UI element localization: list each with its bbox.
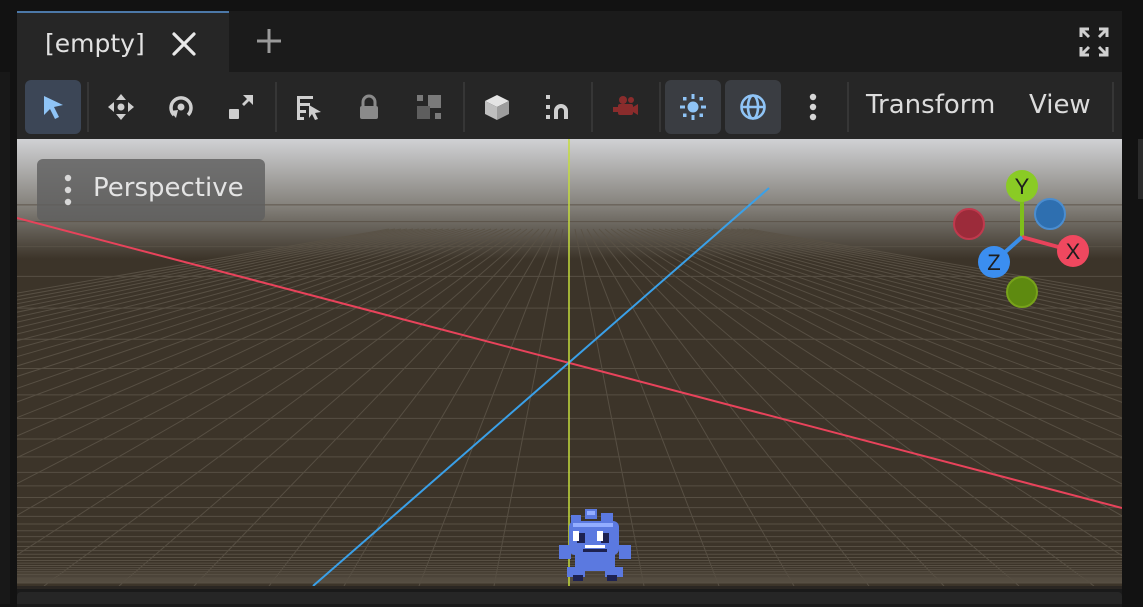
rotate-icon [169,96,193,118]
scene-tab-bar: [empty] [17,11,1122,72]
perspective-menu-button[interactable]: Perspective [37,159,265,221]
more-vertical-icon [809,93,817,121]
scene-tab-empty[interactable]: [empty] [17,11,229,72]
toolbar-separator [275,82,277,132]
lock-button[interactable] [341,80,397,134]
move-icon [108,94,134,120]
select-mode-button[interactable] [25,80,81,134]
close-icon[interactable] [171,31,197,57]
plus-icon[interactable] [255,27,283,55]
toolbar-separator [847,82,849,132]
scene-tab-label: [empty] [45,29,145,58]
bottom-panel [17,592,1122,604]
group-icon [417,95,441,119]
fullscreen-icon[interactable] [1079,27,1109,57]
neg-y-handle[interactable] [1006,276,1038,308]
view-orientation-gizmo[interactable]: Y X Z [945,164,1095,314]
gizmo-x-label: X [1066,239,1081,264]
snap-icon [546,95,568,119]
camera-icon [613,96,638,115]
list-select-icon [297,96,321,120]
more-vertical-icon [64,174,72,206]
more-options-button[interactable] [785,80,841,134]
toolbar-separator [659,82,661,132]
toolbar-separator [1112,82,1114,132]
snap-button[interactable] [529,80,585,134]
rotate-mode-button[interactable] [153,80,209,134]
group-button[interactable] [401,80,457,134]
cube-icon [485,95,509,120]
move-mode-button[interactable] [93,80,149,134]
list-select-button[interactable] [281,80,337,134]
neg-z-handle[interactable] [1034,198,1066,230]
select-pointer-icon [44,96,63,119]
cube-button[interactable] [469,80,525,134]
camera-preview-button[interactable] [597,80,653,134]
gizmo-z-label: Z [987,250,1000,275]
sun-icon [680,94,706,120]
viewport-toolbar: Transform View [17,72,1122,139]
3d-viewport[interactable]: Perspective Y X Z [17,139,1122,586]
left-dock-edge [0,72,10,604]
environment-preview-button[interactable] [725,80,781,134]
lock-icon [360,94,378,119]
gizmo-y-label: Y [1015,174,1030,199]
view-menu[interactable]: View [1029,90,1091,120]
transform-menu[interactable]: Transform [866,90,995,120]
perspective-label: Perspective [93,173,244,203]
godot-robot-sprite[interactable] [549,505,643,586]
toolbar-separator [591,82,593,132]
sun-preview-button[interactable] [665,80,721,134]
toolbar-separator [87,82,89,132]
scale-icon [229,95,253,119]
right-dock-edge [1138,139,1143,199]
globe-icon [740,94,766,120]
toolbar-separator [463,82,465,132]
neg-x-handle[interactable] [953,208,985,240]
scale-mode-button[interactable] [213,80,269,134]
